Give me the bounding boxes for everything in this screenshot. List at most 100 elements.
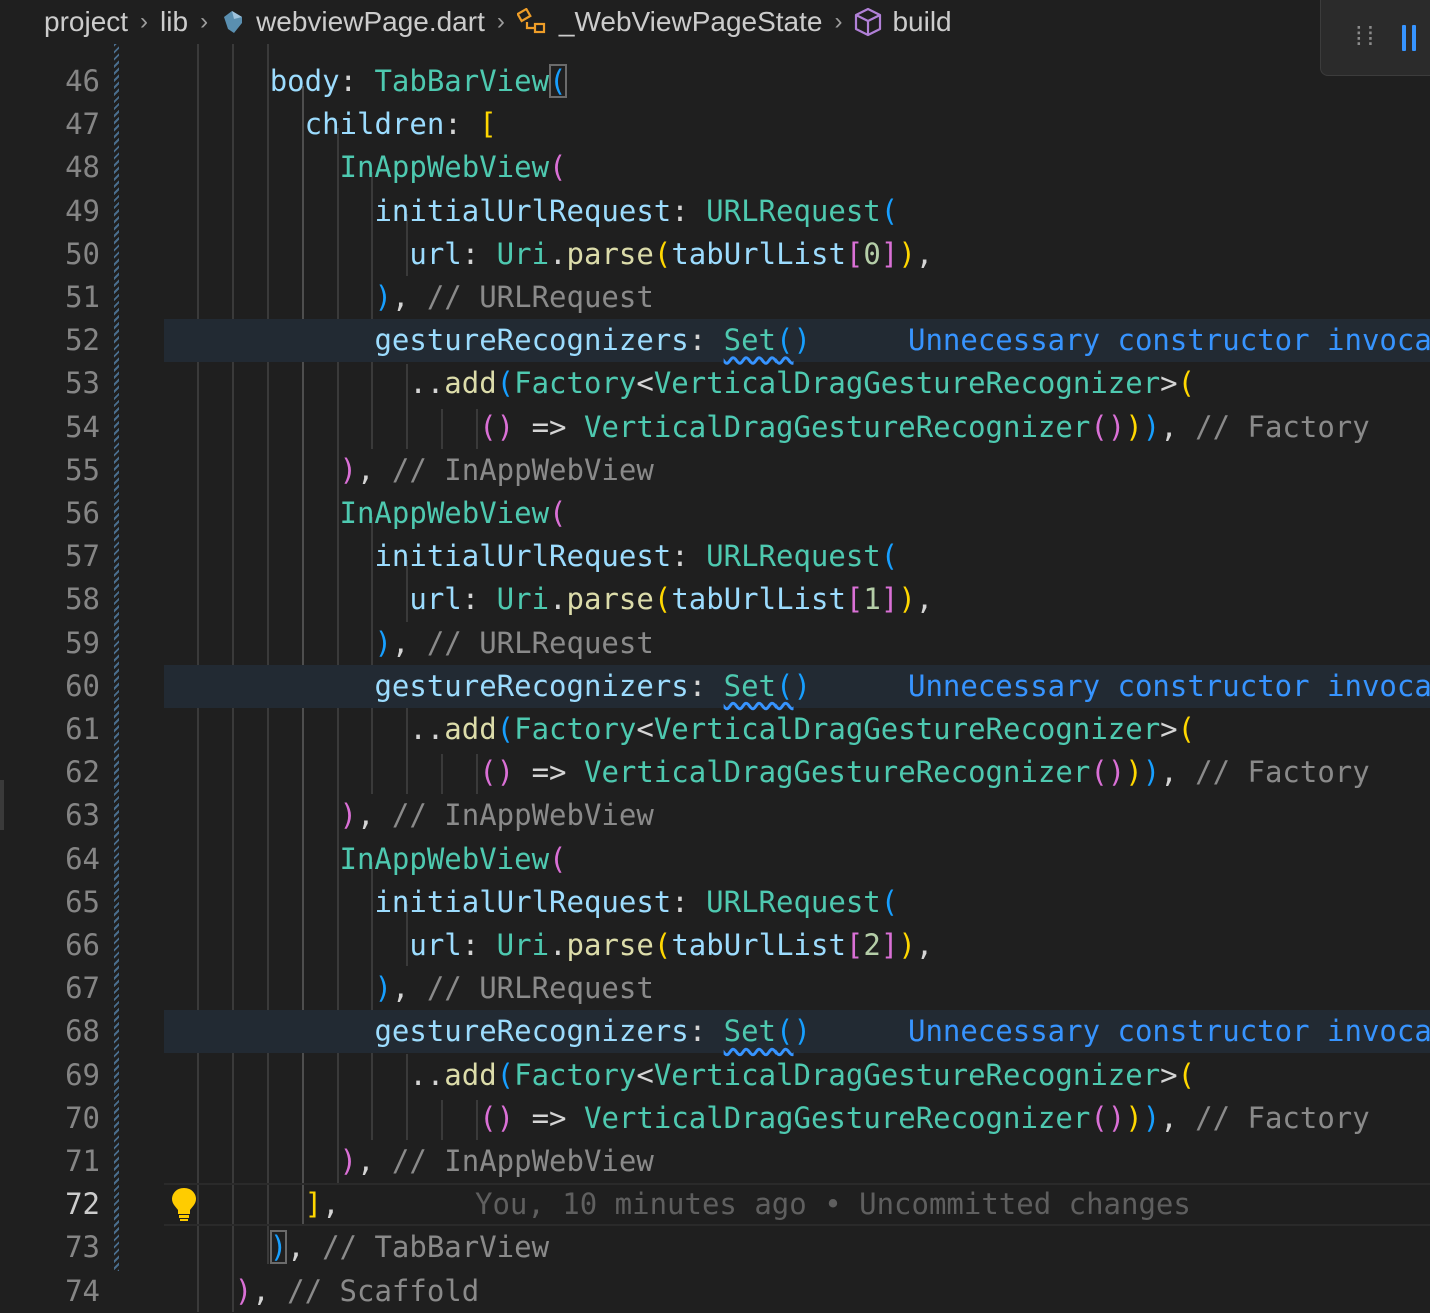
line-code: ..add(Factory<VerticalDragGestureRecogni… xyxy=(130,1057,1196,1092)
line-code: ), // URLRequest xyxy=(374,971,654,1006)
lightbulb-icon[interactable] xyxy=(170,1186,198,1222)
code-line[interactable]: 47 children: [ xyxy=(0,103,1430,146)
code-line[interactable]: 46 body: TabBarView( xyxy=(0,60,1430,103)
code-line[interactable]: 54 () => VerticalDragGestureRecognizer()… xyxy=(0,406,1430,449)
diagnostic-hint[interactable]: Unnecessary constructor invoca xyxy=(908,319,1430,362)
chevron-right-icon: › xyxy=(834,8,843,35)
breadcrumb-item-method[interactable]: build xyxy=(854,6,952,38)
line-code: () => VerticalDragGestureRecognizer())),… xyxy=(479,409,1370,444)
line-number: 73 xyxy=(65,1230,100,1265)
line-code: url: Uri.parse(tabUrlList[2]), xyxy=(409,928,934,962)
code-line[interactable]: 63 ), // InAppWebView xyxy=(0,794,1430,837)
code-line[interactable]: 60 gestureRecognizers: Set() Unnecessary … xyxy=(0,664,1430,708)
line-number: 71 xyxy=(65,1144,100,1178)
breadcrumb-item-project[interactable]: project xyxy=(44,6,128,38)
breadcrumb-item-file[interactable]: webviewPage.dart xyxy=(220,6,485,38)
line-number: 63 xyxy=(65,798,100,833)
breadcrumb-label: lib xyxy=(160,6,189,37)
debug-toolbar: ⁞⁞ xyxy=(1320,0,1430,76)
code-line[interactable]: 68 gestureRecognizers: Set() Unnecessary … xyxy=(0,1010,1430,1054)
code-line[interactable]: 52 gestureRecognizers: Set() Unnecessary … xyxy=(0,319,1430,363)
breadcrumb-item-class[interactable]: _WebViewPageState xyxy=(516,6,823,38)
line-code: ..add(Factory<VerticalDragGestureRecogni… xyxy=(130,366,1196,401)
chevron-right-icon: › xyxy=(200,8,209,35)
line-number: 46 xyxy=(65,64,100,98)
code-line[interactable]: 56 InAppWebView( xyxy=(0,492,1430,535)
code-line[interactable]: 62 () => VerticalDragGestureRecognizer()… xyxy=(0,751,1430,794)
line-number: 70 xyxy=(65,1100,100,1135)
code-line[interactable]: 67 ), // URLRequest xyxy=(0,967,1430,1010)
code-line[interactable]: 58 url: Uri.parse(tabUrlList[1]), xyxy=(0,578,1430,621)
breadcrumb-label: _WebViewPageState xyxy=(558,6,823,37)
line-code: ), // TabBarView xyxy=(269,1230,550,1265)
line-number: 69 xyxy=(65,1057,100,1092)
code-line[interactable]: 50 url: Uri.parse(tabUrlList[0]), xyxy=(0,233,1430,276)
code-line[interactable]: 69 ..add(Factory<VerticalDragGestureReco… xyxy=(0,1054,1430,1097)
line-number: 57 xyxy=(65,539,100,574)
line-code: initialUrlRequest: URLRequest( xyxy=(374,884,899,919)
line-code: ), // URLRequest xyxy=(374,280,654,314)
line-number: 54 xyxy=(65,409,100,444)
code-line[interactable]: 71 ), // InAppWebView xyxy=(0,1140,1430,1183)
breadcrumb-label: webviewPage.dart xyxy=(256,6,485,37)
line-number: 62 xyxy=(65,755,100,790)
line-code: ), // InAppWebView xyxy=(339,1144,654,1178)
line-code: ..add(Factory<VerticalDragGestureRecogni… xyxy=(130,712,1196,746)
line-number: 67 xyxy=(65,971,100,1006)
diagnostic-hint[interactable]: Unnecessary constructor invoca xyxy=(908,1010,1430,1053)
line-code: gestureRecognizers: Set() xyxy=(374,323,811,358)
class-icon xyxy=(516,8,545,34)
breadcrumb-item-lib[interactable]: lib xyxy=(160,6,188,38)
code-line[interactable]: 61 ..add(Factory<VerticalDragGestureReco… xyxy=(0,708,1430,751)
line-number: 53 xyxy=(65,366,100,401)
line-code: ), // InAppWebView xyxy=(339,798,654,833)
line-code: () => VerticalDragGestureRecognizer())),… xyxy=(479,1100,1370,1135)
method-cube-icon xyxy=(855,7,882,37)
pause-icon[interactable] xyxy=(1402,24,1417,51)
line-code: body: TabBarView( xyxy=(269,64,567,98)
code-line[interactable]: 59 ), // URLRequest xyxy=(0,622,1430,665)
line-code: url: Uri.parse(tabUrlList[1]), xyxy=(409,582,934,617)
code-line[interactable]: 70 () => VerticalDragGestureRecognizer()… xyxy=(0,1097,1430,1140)
code-editor[interactable]: 46 body: TabBarView(47 children: [48 InA… xyxy=(0,0,1430,1312)
breadcrumb-label: build xyxy=(892,6,952,37)
line-code: ), // Scaffold xyxy=(234,1273,480,1308)
code-line[interactable]: 48 InAppWebView( xyxy=(0,146,1430,189)
line-code: ), // URLRequest xyxy=(374,625,654,660)
line-number: 51 xyxy=(65,280,100,314)
line-number: 61 xyxy=(65,712,100,746)
git-blame-annotation[interactable]: You, 10 minutes ago • Uncommitted change… xyxy=(475,1183,1191,1226)
drag-grip-icon[interactable]: ⁞⁞ xyxy=(1351,22,1378,53)
line-number: 74 xyxy=(65,1273,100,1308)
line-code: children: [ xyxy=(304,107,497,142)
code-line[interactable]: 66 url: Uri.parse(tabUrlList[2]), xyxy=(0,924,1430,967)
code-line[interactable]: 51 ), // URLRequest xyxy=(0,276,1430,319)
line-number: 68 xyxy=(65,1014,100,1049)
line-code: InAppWebView( xyxy=(339,496,567,530)
code-line[interactable]: 53 ..add(Factory<VerticalDragGestureReco… xyxy=(0,362,1430,405)
code-line[interactable]: 65 initialUrlRequest: URLRequest( xyxy=(0,881,1430,924)
line-number: 47 xyxy=(65,107,100,142)
code-line[interactable]: 74 ), // Scaffold xyxy=(0,1270,1430,1313)
code-line[interactable]: 55 ), // InAppWebView xyxy=(0,449,1430,492)
line-code: ), // InAppWebView xyxy=(339,452,654,487)
line-number: 65 xyxy=(65,884,100,919)
code-line[interactable]: 49 initialUrlRequest: URLRequest( xyxy=(0,190,1430,233)
chevron-right-icon: › xyxy=(140,8,149,35)
line-code: initialUrlRequest: URLRequest( xyxy=(374,539,899,574)
code-line[interactable]: 73 ), // TabBarView xyxy=(0,1226,1430,1269)
line-number: 55 xyxy=(65,452,100,487)
line-code: url: Uri.parse(tabUrlList[0]), xyxy=(409,236,934,271)
line-code: InAppWebView( xyxy=(339,150,567,185)
chevron-right-icon: › xyxy=(496,8,505,35)
dart-file-icon xyxy=(224,11,243,33)
line-code: gestureRecognizers: Set() xyxy=(374,1014,811,1049)
line-number: 58 xyxy=(65,582,100,617)
line-number: 64 xyxy=(65,841,100,876)
code-line[interactable]: 64 InAppWebView( xyxy=(0,838,1430,881)
diagnostic-hint[interactable]: Unnecessary constructor invoca xyxy=(908,665,1430,708)
code-line[interactable]: 57 initialUrlRequest: URLRequest( xyxy=(0,535,1430,578)
line-code: initialUrlRequest: URLRequest( xyxy=(374,193,899,228)
code-line[interactable]: 72 ], You, 10 minutes ago • Uncommitted c… xyxy=(0,1183,1430,1227)
line-number: 56 xyxy=(65,496,100,530)
